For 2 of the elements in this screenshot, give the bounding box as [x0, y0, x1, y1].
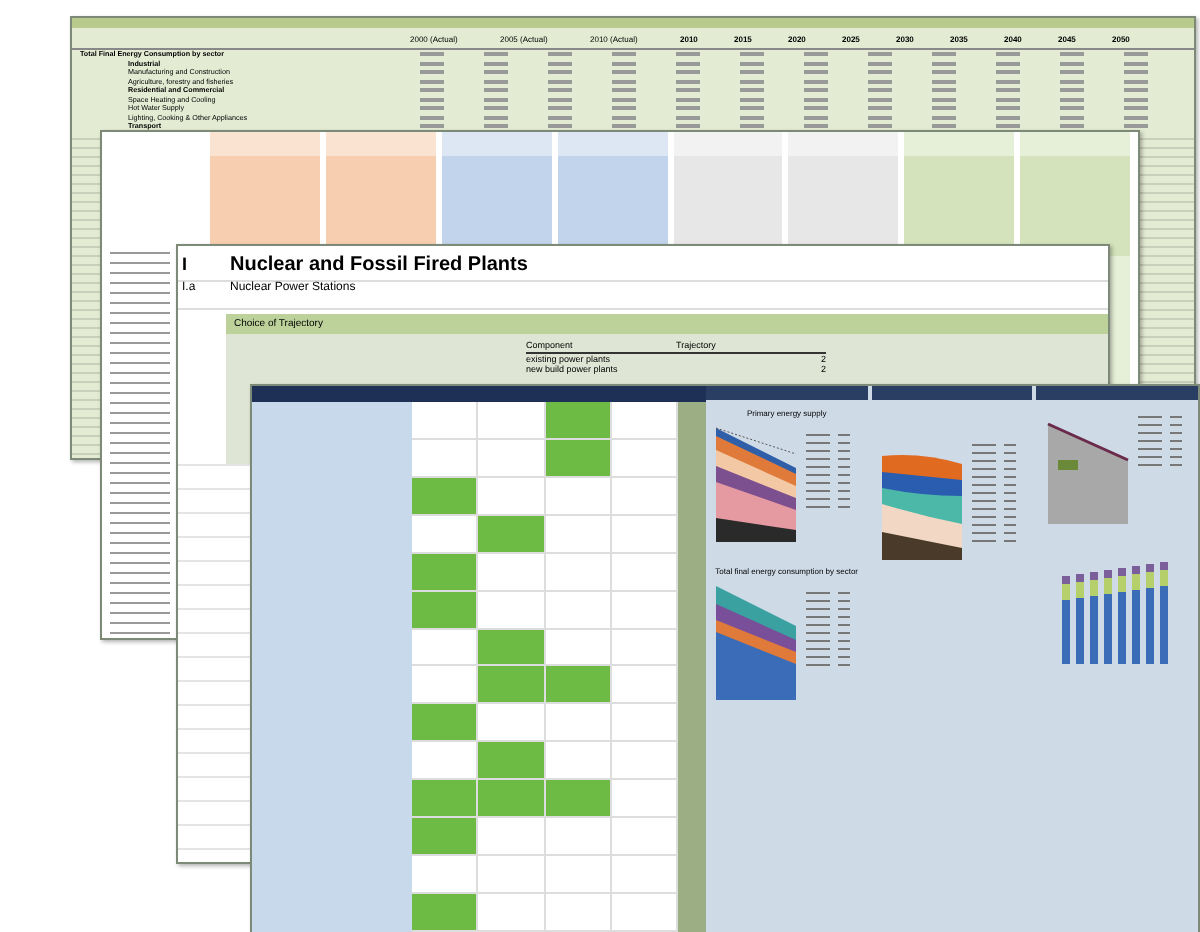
section-number: I — [180, 254, 190, 274]
sheet-title: Nuclear and Fossil Fired Plants — [230, 254, 528, 276]
